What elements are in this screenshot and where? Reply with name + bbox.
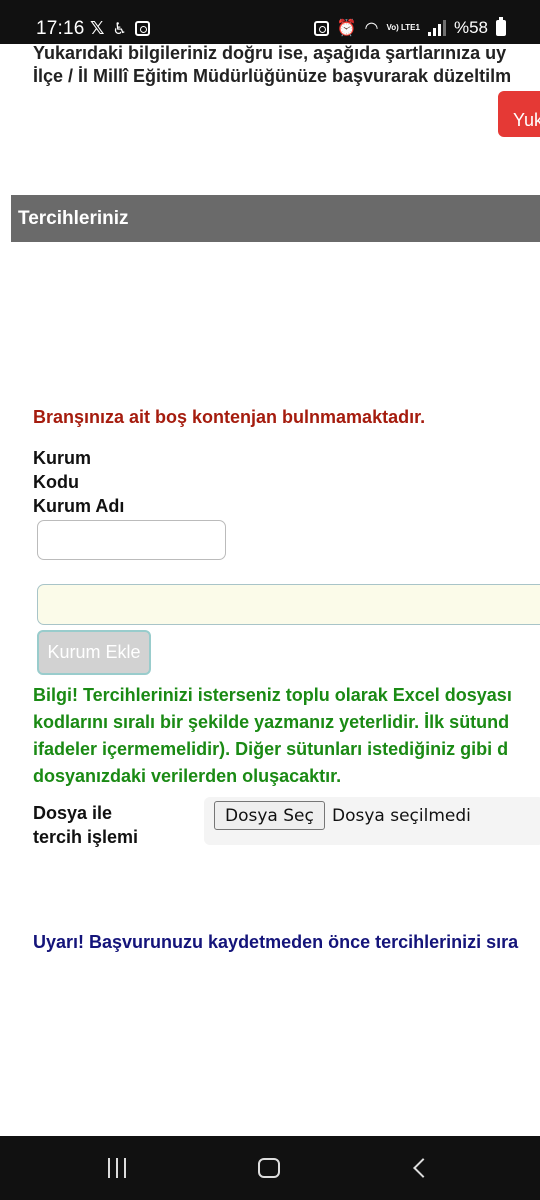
info-line-1: Bilgi! Tercihlerinizi isterseniz toplu o… bbox=[33, 685, 512, 705]
battery-icon bbox=[496, 17, 506, 36]
alarm-icon: ⏰ bbox=[336, 20, 357, 37]
system-icons: ⏰ ◠ Vo) LTE1 %58 bbox=[313, 17, 506, 38]
accessibility-icon: ♿ bbox=[112, 20, 127, 38]
choose-file-button[interactable]: Dosya Seç bbox=[214, 801, 325, 830]
kurum-labels: Kurum Kodu Kurum Adı bbox=[33, 446, 153, 518]
file-upload-label: Dosya ile tercih işlemi bbox=[33, 801, 138, 849]
info-paragraph-top: Yukarıdaki bilgileriniz doğru ise, aşağı… bbox=[33, 42, 511, 88]
wifi-icon: ◠ bbox=[364, 20, 379, 37]
notification-icons: 𝕏 ♿ bbox=[90, 18, 150, 39]
kurum-kodu-label-1: Kurum bbox=[33, 448, 91, 468]
file-label-line-1: Dosya ile bbox=[33, 803, 113, 823]
file-input[interactable]: Dosya Seç Dosya seçilmedi bbox=[204, 797, 540, 845]
x-icon: 𝕏 bbox=[90, 18, 105, 38]
navigation-bar bbox=[0, 1136, 540, 1200]
home-icon[interactable] bbox=[258, 1158, 280, 1178]
status-time: 17:16 bbox=[36, 18, 85, 39]
top-line-2: İlçe / İl Millî Eğitim Müdürlüğünüze baş… bbox=[33, 66, 512, 86]
recents-icon[interactable] bbox=[108, 1158, 126, 1178]
lock-icon bbox=[313, 20, 329, 36]
info-line-4: dosyanızdaki verilerden oluşacaktır. bbox=[33, 766, 342, 786]
status-bar: 17:16 𝕏 ♿ ⏰ ◠ Vo) LTE1 %58 bbox=[0, 0, 540, 44]
kurum-kodu-input[interactable] bbox=[37, 520, 226, 560]
kurum-adi-label: Kurum Adı bbox=[33, 496, 125, 516]
kurum-ekle-button[interactable]: Kurum Ekle bbox=[37, 630, 151, 675]
info-line-3: ifadeler içermemelidir). Diğer sütunları… bbox=[33, 739, 509, 759]
red-action-button[interactable]: Yuka bbox=[498, 91, 540, 137]
error-message: Branşınıza ait boş kontenjan bulnmamakta… bbox=[33, 407, 426, 427]
signal-icon bbox=[427, 20, 446, 36]
file-label-line-2: tercih işlemi bbox=[33, 827, 139, 847]
info-message: Bilgi! Tercihlerinizi isterseniz toplu o… bbox=[33, 682, 512, 790]
top-line-1: Yukarıdaki bilgileriniz doğru ise, aşağı… bbox=[33, 43, 507, 63]
warning-message: Uyarı! Başvurunuzu kaydetmeden önce terc… bbox=[33, 932, 519, 952]
section-title: Tercihleriniz bbox=[18, 208, 129, 229]
file-status: Dosya seçilmedi bbox=[332, 806, 471, 826]
volte-icon: Vo) LTE1 bbox=[386, 23, 420, 32]
battery-text: %58 bbox=[453, 18, 488, 37]
section-header: Tercihleriniz bbox=[11, 195, 540, 242]
square-app-icon bbox=[134, 21, 150, 36]
kurum-adi-input[interactable] bbox=[37, 584, 540, 625]
back-icon[interactable] bbox=[413, 1158, 433, 1178]
kurum-kodu-label-2: Kodu bbox=[33, 472, 79, 492]
info-line-2: kodlarını sıralı bir şekilde yazmanız ye… bbox=[33, 712, 510, 732]
